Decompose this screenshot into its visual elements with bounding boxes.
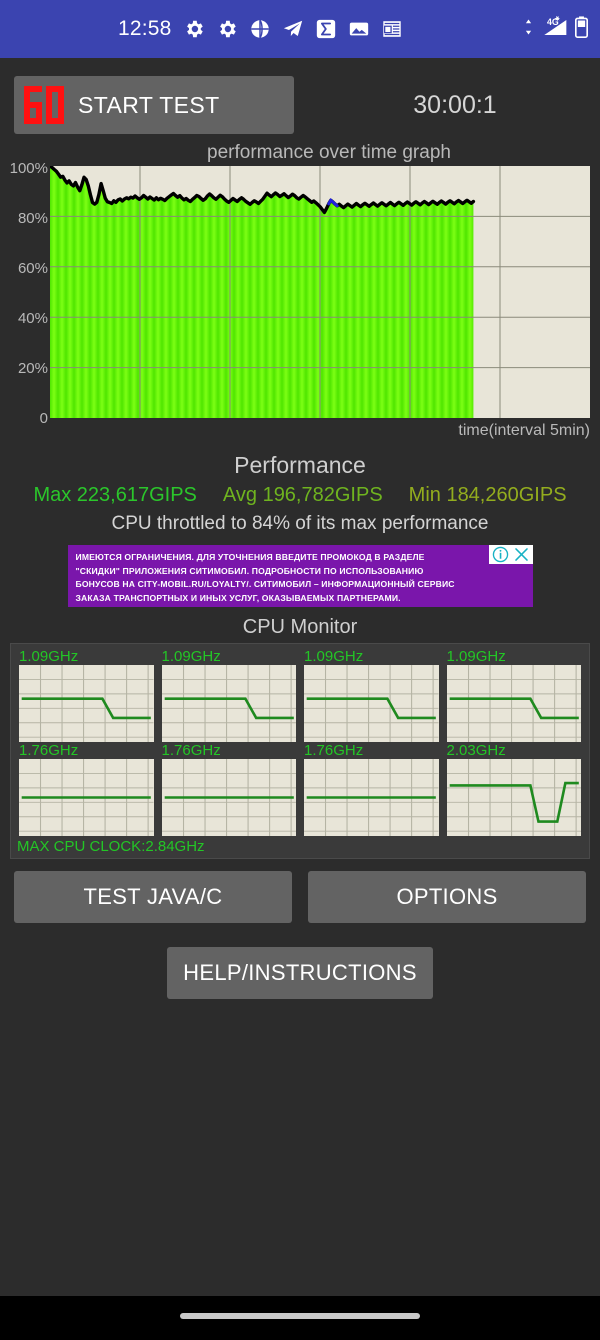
cpu-core-cell-2: 1.09GHz [300, 648, 443, 742]
cpu-core-cell-7: 2.03GHz [443, 742, 586, 836]
cpu-monitor-panel: 1.09GHz 1.09GHz 1.09GHz 1.09GHz 1.76GHz 1.76G… [10, 643, 590, 859]
cpu-core-cell-0: 1.09GHz [15, 648, 158, 742]
home-gesture-pill[interactable] [180, 1313, 420, 1319]
cpu-core-frequency-6: 1.76GHz [304, 742, 364, 759]
cpu-core-cell-1: 1.09GHz [158, 648, 301, 742]
status-bar-center-group: 12:58 [118, 0, 403, 58]
cpu-core-cell-5: 1.76GHz [158, 742, 301, 836]
avg-gips-stat: Avg 196,782GIPS [222, 484, 383, 506]
signal-4g-icon: 4G [539, 15, 569, 43]
performance-stats-row: Max 223,617GIPS Avg 196,782GIPS Min 184,… [0, 484, 600, 507]
close-x-icon[interactable] [513, 546, 530, 563]
info-circle-icon[interactable] [492, 546, 509, 563]
gear-icon [183, 18, 205, 40]
gear-icon [216, 18, 238, 40]
graph-plot-area [50, 166, 590, 418]
max-cpu-clock-label: MAX CPU CLOCK:2.84GHz [17, 838, 205, 855]
y-tick-60: 60% [17, 260, 48, 277]
cpu-core-cell-6: 1.76GHz [300, 742, 443, 836]
cpu-core-frequency-4: 1.76GHz [19, 742, 79, 759]
ad-line-1: ИМЕЮТСЯ ОГРАНИЧЕНИЯ. ДЛЯ УТОЧНЕНИЯ ВВЕДИ… [75, 552, 425, 562]
status-bar-right-group: 4G [524, 0, 588, 58]
start-test-label: START TEST [78, 91, 220, 118]
cpu-core-frequency-5: 1.76GHz [161, 742, 221, 759]
y-tick-20: 20% [17, 360, 48, 377]
cpu-core-frequency-0: 1.09GHz [19, 648, 79, 665]
y-tick-40: 40% [17, 310, 48, 327]
cpu-core-frequency-3: 1.09GHz [446, 648, 506, 665]
cpu-core-cell-3: 1.09GHz [443, 648, 586, 742]
app-screen: 12:58 4G START TEST 30:00:1 performance … [0, 0, 600, 1340]
y-tick-100: 100% [9, 160, 48, 177]
y-tick-0: 0 [39, 410, 48, 427]
cpu-core-graph-5 [161, 759, 296, 836]
options-button[interactable]: OPTIONS [308, 871, 586, 923]
cpu-monitor-title: CPU Monitor [242, 616, 358, 638]
help-instructions-button[interactable]: HELP/INSTRUCTIONS [167, 947, 433, 999]
x-axis-label: time(interval 5min) [458, 422, 590, 439]
cpu-core-frequency-2: 1.09GHz [304, 648, 364, 665]
throttle-summary: CPU throttled to 84% of its max performa… [111, 513, 489, 534]
ad-banner[interactable]: ИМЕЮТСЯ ОГРАНИЧЕНИЯ. ДЛЯ УТОЧНЕНИЯ ВВЕДИ… [67, 545, 533, 607]
start-test-button[interactable]: START TEST [14, 76, 294, 134]
cpu-core-graph-1 [161, 665, 296, 742]
cpu-core-graph-7 [446, 759, 581, 836]
battery-icon [575, 15, 588, 43]
performance-graph: performance over time graph 100% 80% 60%… [0, 138, 600, 450]
ad-line-2: "СКИДКИ" ПРИЛОЖЕНИЯ СИТИМОБИЛ. ПОДРОБНОС… [75, 565, 424, 576]
cpu-core-grid: 1.09GHz 1.09GHz 1.09GHz 1.09GHz 1.76GHz 1.76G… [15, 648, 585, 836]
graph-svg [50, 166, 590, 418]
cpu-core-cell-4: 1.76GHz [15, 742, 158, 836]
photo-icon [348, 18, 370, 40]
data-transfer-icon [524, 18, 533, 41]
test-java-c-button[interactable]: TEST JAVA/C [14, 871, 292, 923]
cpu-core-frequency-1: 1.09GHz [161, 648, 221, 665]
top-toolbar: START TEST 30:00:1 [0, 58, 600, 138]
cpu-core-graph-0 [19, 665, 154, 742]
news-icon [381, 18, 403, 40]
logo-digit-six [24, 86, 42, 124]
logo-digit-zero [46, 86, 64, 124]
min-gips-stat: Min 184,260GIPS [408, 484, 567, 506]
cpu-core-graph-2 [304, 665, 439, 742]
sigma-icon [315, 18, 337, 40]
telegram-icon [282, 18, 304, 40]
status-clock: 12:58 [118, 17, 172, 40]
cpu-core-graph-3 [446, 665, 581, 742]
y-tick-80: 80% [17, 210, 48, 227]
max-gips-stat: Max 223,617GIPS [33, 484, 197, 506]
ad-text-block: ИМЕЮТСЯ ОГРАНИЧЕНИЯ. ДЛЯ УТОЧНЕНИЯ ВВЕДИ… [68, 545, 533, 605]
cpu-core-graph-6 [304, 759, 439, 836]
ad-badge-group [488, 545, 533, 564]
cpu-core-graph-4 [19, 759, 154, 836]
cpu-core-frequency-7: 2.03GHz [446, 742, 506, 759]
system-nav-bar [0, 1296, 600, 1340]
test-timer: 30:00:1 [413, 90, 497, 119]
ad-line-4: ЗАКАЗА ТРАНСПОРТНЫХ И ИНЫХ УСЛУГ, ОКАЗЫВ… [75, 592, 401, 603]
graph-title: performance over time graph [207, 142, 451, 163]
sixty-logo-icon [24, 86, 64, 124]
status-bar: 12:58 4G [0, 0, 600, 58]
ad-line-3: БОНУСОВ НА CITY-MOBIL.RU/LOYALTY/. СИТИМ… [75, 579, 455, 589]
globe-icon [249, 18, 271, 40]
performance-heading: Performance [234, 452, 366, 478]
action-button-row: TEST JAVA/C OPTIONS [0, 859, 600, 923]
